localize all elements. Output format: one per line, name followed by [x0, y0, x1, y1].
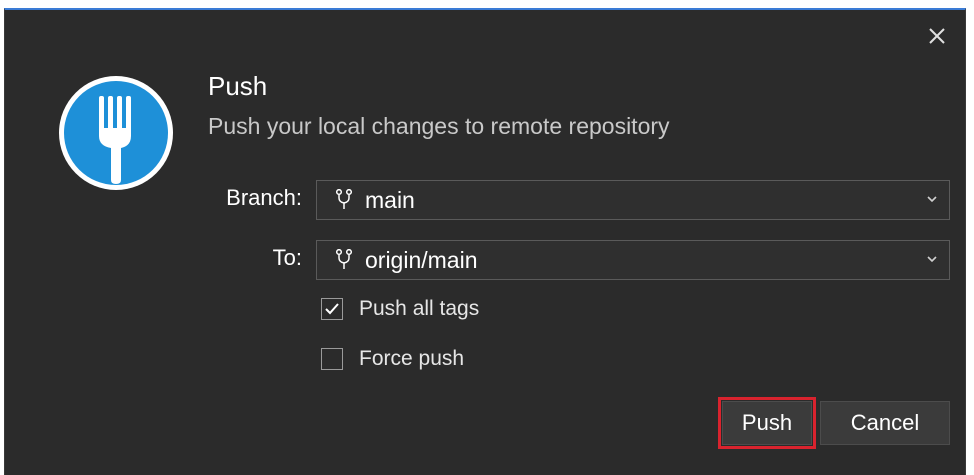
close-button[interactable] [925, 24, 949, 48]
force-push-checkbox[interactable] [321, 348, 343, 370]
to-label: To: [272, 245, 302, 270]
branch-label: Branch: [226, 185, 302, 210]
fork-icon [59, 76, 173, 190]
force-push-label: Force push [359, 347, 465, 370]
checkmark-icon [325, 303, 339, 315]
dialog-subtitle: Push your local changes to remote reposi… [208, 113, 670, 139]
fork-app-logo [57, 74, 175, 192]
dialog-title: Push [208, 71, 268, 101]
git-branch-icon [335, 249, 353, 269]
push-all-tags-label: Push all tags [359, 297, 480, 320]
chevron-down-icon [927, 256, 937, 263]
remote-branch-select[interactable]: origin/main [316, 240, 950, 280]
push-button[interactable]: Push [718, 397, 816, 449]
remote-branch-value: origin/main [365, 247, 478, 273]
git-branch-icon [335, 189, 353, 209]
push-dialog: Push Push your local changes to remote r… [4, 8, 966, 475]
branch-select[interactable]: main [316, 180, 950, 220]
cancel-button[interactable]: Cancel [820, 401, 950, 445]
close-icon [929, 28, 945, 44]
push-all-tags-checkbox[interactable] [321, 298, 343, 320]
chevron-down-icon [927, 196, 937, 203]
branch-value: main [365, 187, 415, 213]
